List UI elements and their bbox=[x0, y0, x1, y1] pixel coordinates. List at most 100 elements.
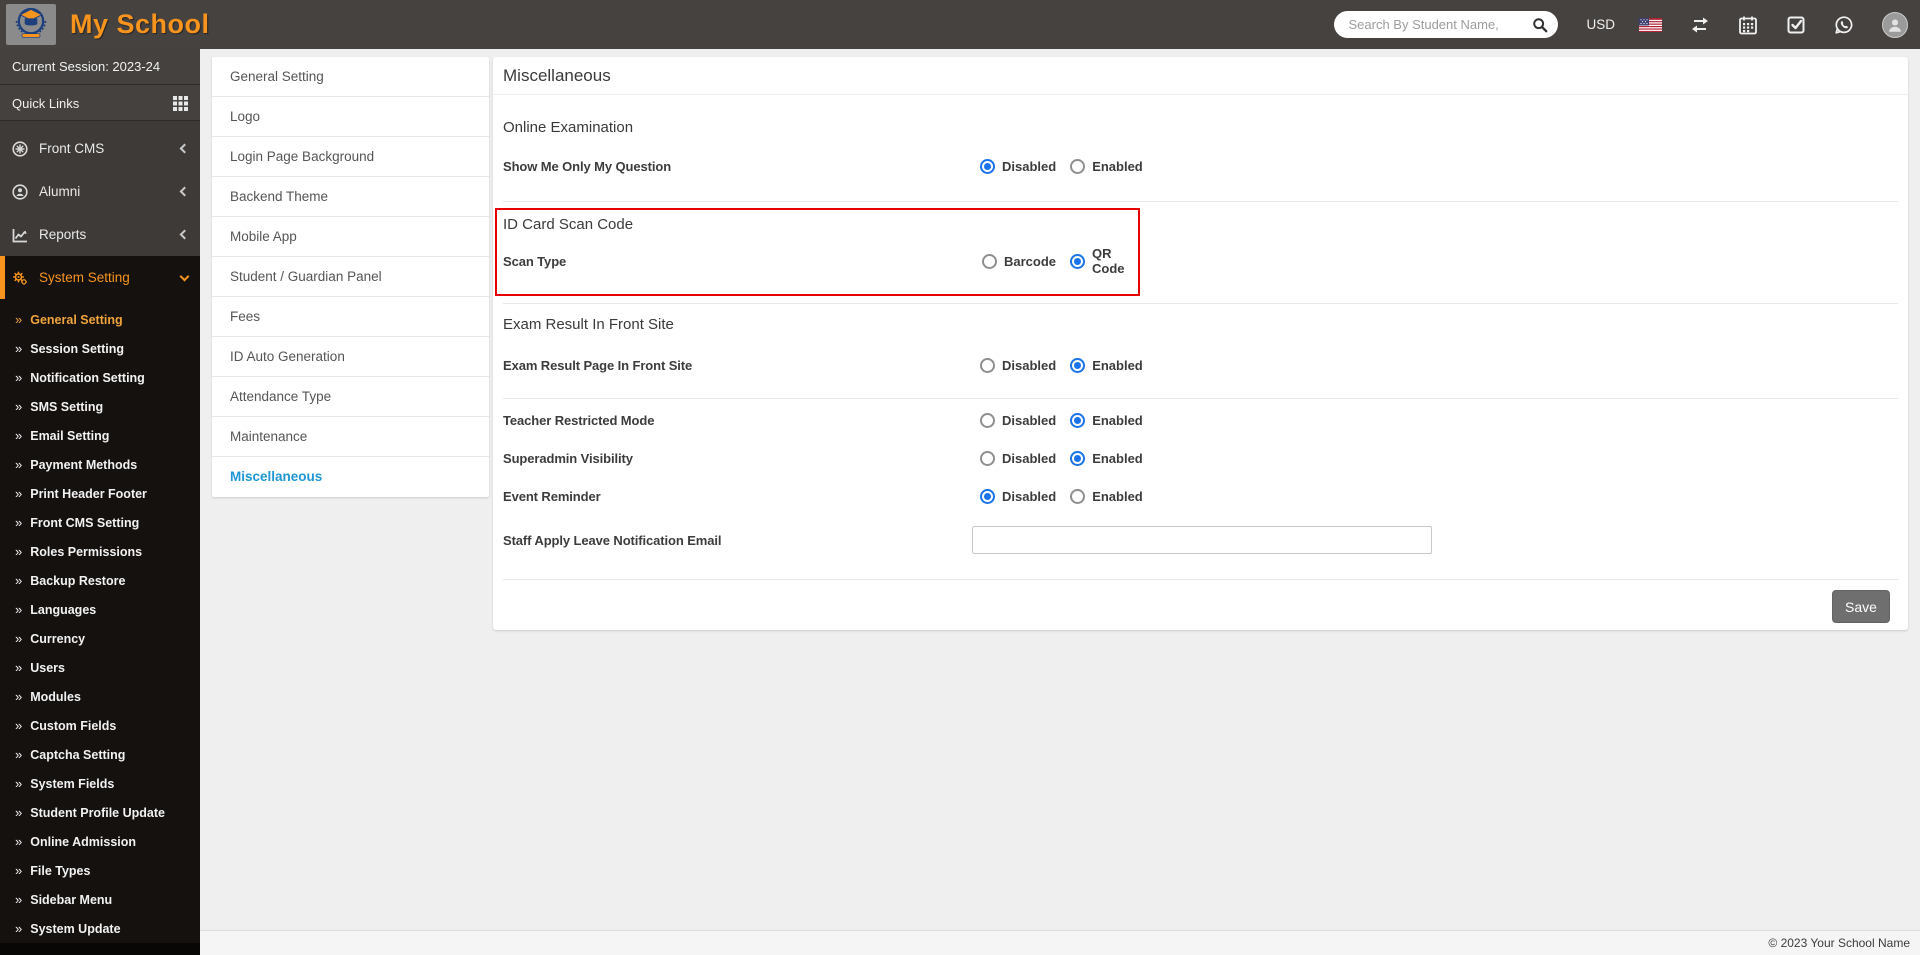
submenu-item-custom-fields[interactable]: »Custom Fields bbox=[0, 711, 200, 740]
radio-enabled[interactable] bbox=[1070, 489, 1085, 504]
radio-enabled[interactable] bbox=[1070, 451, 1085, 466]
submenu-item-print-header-footer[interactable]: »Print Header Footer bbox=[0, 479, 200, 508]
submenu-item-online-admission[interactable]: »Online Admission bbox=[0, 827, 200, 856]
sidebar-item-front-cms[interactable]: Front CMS bbox=[0, 127, 200, 170]
radio-qr-code[interactable] bbox=[1070, 254, 1085, 269]
tab-general-setting[interactable]: General Setting bbox=[212, 57, 489, 97]
tab-attendance-type[interactable]: Attendance Type bbox=[212, 377, 489, 417]
radio-option-label[interactable]: QR Code bbox=[1092, 246, 1125, 276]
radio-option-label[interactable]: Disabled bbox=[1002, 451, 1056, 466]
submenu-item-general-setting[interactable]: » General Setting bbox=[0, 305, 200, 334]
radio-option-label[interactable]: Disabled bbox=[1002, 413, 1056, 428]
radio-option-label[interactable]: Enabled bbox=[1092, 489, 1143, 504]
double-arrow-icon: » bbox=[15, 399, 22, 414]
submenu-item-users[interactable]: »Users bbox=[0, 653, 200, 682]
submenu-item-sms-setting[interactable]: »SMS Setting bbox=[0, 392, 200, 421]
radio-disabled[interactable] bbox=[980, 489, 995, 504]
tab-student-guardian-panel[interactable]: Student / Guardian Panel bbox=[212, 257, 489, 297]
calendar-icon[interactable] bbox=[1738, 15, 1758, 35]
submenu-item-front-cms-setting[interactable]: »Front CMS Setting bbox=[0, 508, 200, 537]
double-arrow-icon: » bbox=[15, 428, 22, 443]
submenu-item-currency[interactable]: »Currency bbox=[0, 624, 200, 653]
radio-option-label[interactable]: Barcode bbox=[1004, 254, 1056, 269]
submenu-item-system-fields[interactable]: »System Fields bbox=[0, 769, 200, 798]
tab-mobile-app[interactable]: Mobile App bbox=[212, 217, 489, 257]
tab-id-auto-generation[interactable]: ID Auto Generation bbox=[212, 337, 489, 377]
us-flag-icon[interactable] bbox=[1639, 18, 1662, 32]
radio-option-label[interactable]: Disabled bbox=[1002, 159, 1056, 174]
radio-option-label[interactable]: Enabled bbox=[1092, 358, 1143, 373]
radio-option-label[interactable]: Enabled bbox=[1092, 413, 1143, 428]
tab-logo[interactable]: Logo bbox=[212, 97, 489, 137]
radio-enabled[interactable] bbox=[1070, 159, 1085, 174]
radio-enabled[interactable] bbox=[1070, 413, 1085, 428]
user-avatar[interactable] bbox=[1882, 12, 1908, 38]
submenu-label: Session Setting bbox=[30, 342, 124, 356]
page-title: Miscellaneous bbox=[493, 57, 1908, 95]
double-arrow-icon: » bbox=[15, 312, 22, 327]
section-divider bbox=[503, 303, 1898, 304]
radio-option-label[interactable]: Disabled bbox=[1002, 358, 1056, 373]
submenu-item-session-setting[interactable]: » Session Setting bbox=[0, 334, 200, 363]
sidebar-item-alumni[interactable]: Alumni bbox=[0, 170, 200, 213]
whatsapp-icon[interactable] bbox=[1834, 15, 1854, 35]
submenu-item-backup-restore[interactable]: »Backup Restore bbox=[0, 566, 200, 595]
submenu-label: Roles Permissions bbox=[30, 545, 142, 559]
currency-label[interactable]: USD bbox=[1586, 17, 1615, 32]
brand-title: My School bbox=[70, 9, 210, 40]
submenu-item-roles-permissions[interactable]: »Roles Permissions bbox=[0, 537, 200, 566]
submenu-label: Payment Methods bbox=[30, 458, 137, 472]
radio-disabled[interactable] bbox=[980, 358, 995, 373]
sidebar-item-system-setting[interactable]: System Setting bbox=[0, 256, 200, 299]
tab-fees[interactable]: Fees bbox=[212, 297, 489, 337]
tab-maintenance[interactable]: Maintenance bbox=[212, 417, 489, 457]
sidebar-item-label: Front CMS bbox=[39, 141, 104, 156]
submenu-item-sidebar-menu[interactable]: »Sidebar Menu bbox=[0, 885, 200, 914]
radio-disabled[interactable] bbox=[980, 413, 995, 428]
submenu-item-modules[interactable]: »Modules bbox=[0, 682, 200, 711]
radio-option-label[interactable]: Enabled bbox=[1092, 159, 1143, 174]
double-arrow-icon: » bbox=[15, 341, 22, 356]
settings-nav-panel: General Setting Logo Login Page Backgrou… bbox=[212, 57, 489, 497]
submenu-label: Users bbox=[30, 661, 65, 675]
save-button[interactable]: Save bbox=[1832, 590, 1890, 623]
submenu-item-captcha-setting[interactable]: »Captcha Setting bbox=[0, 740, 200, 769]
submenu-item-languages[interactable]: »Languages bbox=[0, 595, 200, 624]
search-icon[interactable] bbox=[1532, 17, 1548, 33]
quick-links[interactable]: Quick Links bbox=[0, 85, 200, 121]
exchange-icon[interactable] bbox=[1690, 15, 1710, 35]
radio-barcode[interactable] bbox=[982, 254, 997, 269]
radio-disabled[interactable] bbox=[980, 451, 995, 466]
staff-leave-email-input[interactable] bbox=[972, 526, 1432, 554]
submenu-item-student-profile-update[interactable]: »Student Profile Update bbox=[0, 798, 200, 827]
submenu-item-file-types[interactable]: »File Types bbox=[0, 856, 200, 885]
setting-label: Teacher Restricted Mode bbox=[503, 413, 972, 428]
tab-login-page-background[interactable]: Login Page Background bbox=[212, 137, 489, 177]
submenu-item-payment-methods[interactable]: »Payment Methods bbox=[0, 450, 200, 479]
setting-label: Event Reminder bbox=[503, 489, 972, 504]
submenu-label: Sidebar Menu bbox=[30, 893, 112, 907]
section-divider bbox=[503, 201, 1898, 202]
tab-miscellaneous[interactable]: Miscellaneous bbox=[212, 457, 489, 497]
grid-icon bbox=[173, 96, 188, 111]
tasks-icon[interactable] bbox=[1786, 15, 1806, 35]
radio-option-label[interactable]: Enabled bbox=[1092, 451, 1143, 466]
double-arrow-icon: » bbox=[15, 747, 22, 762]
radio-disabled[interactable] bbox=[980, 159, 995, 174]
submenu-label: General Setting bbox=[30, 313, 122, 327]
submenu-item-system-update[interactable]: »System Update bbox=[0, 914, 200, 943]
tab-backend-theme[interactable]: Backend Theme bbox=[212, 177, 489, 217]
double-arrow-icon: » bbox=[15, 573, 22, 588]
radio-enabled[interactable] bbox=[1070, 358, 1085, 373]
search-input[interactable] bbox=[1348, 17, 1532, 32]
sidebar-item-reports[interactable]: Reports bbox=[0, 213, 200, 256]
submenu-item-email-setting[interactable]: »Email Setting bbox=[0, 421, 200, 450]
submenu-item-notification-setting[interactable]: »Notification Setting bbox=[0, 363, 200, 392]
footer-divider bbox=[503, 579, 1898, 580]
radio-option-label[interactable]: Disabled bbox=[1002, 489, 1056, 504]
top-header: My School USD bbox=[0, 0, 1920, 49]
save-row: Save bbox=[503, 590, 1898, 623]
school-logo[interactable] bbox=[6, 4, 56, 45]
section-title-id-card-scan-code: ID Card Scan Code bbox=[503, 214, 1130, 236]
sidebar-item-label: Reports bbox=[39, 227, 86, 242]
